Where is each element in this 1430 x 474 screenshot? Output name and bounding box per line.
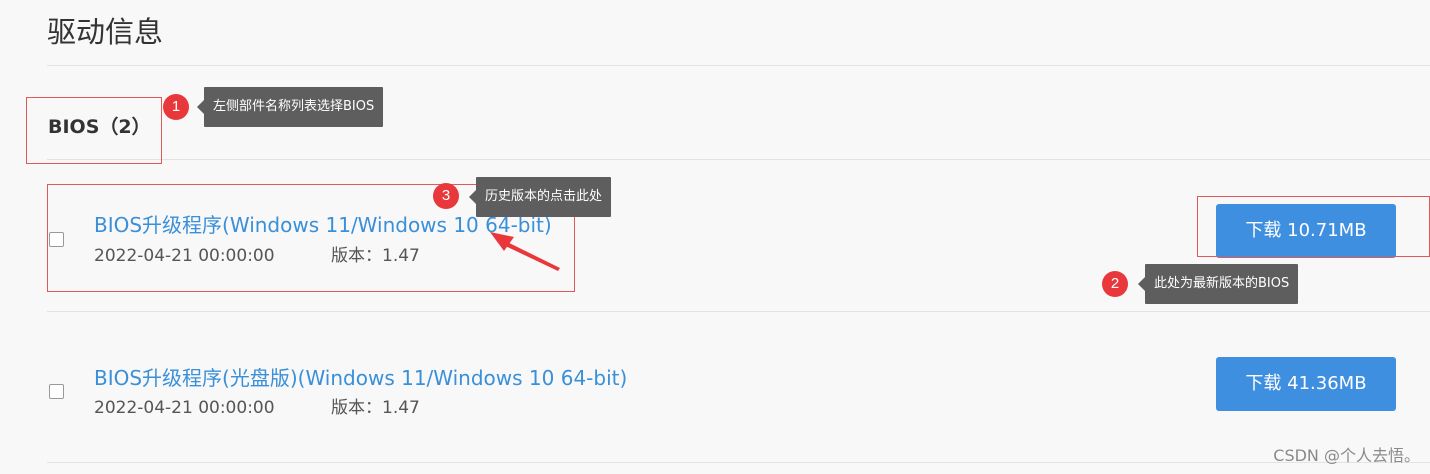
divider [47, 65, 1430, 66]
annotation-badge-2: 2 [1102, 271, 1128, 297]
watermark: CSDN @个人去悟。 [1273, 446, 1420, 465]
annotation-tooltip-3: 历史版本的点击此处 [468, 177, 612, 217]
item-date-2: 2022-04-21 00:00:00 [94, 398, 275, 418]
arrow-icon [490, 232, 560, 271]
item-title-link-2[interactable]: BIOS升级程序(光盘版)(Windows 11/Windows 10 64-b… [94, 364, 627, 392]
divider [47, 462, 1430, 463]
annotation-badge-3: 3 [433, 183, 459, 209]
highlight-box-download [1197, 196, 1430, 257]
annotation-tooltip-1: 左侧部件名称列表选择BIOS [196, 87, 384, 127]
item-checkbox-2[interactable] [49, 384, 64, 399]
download-button-2[interactable]: 下载 41.36MB [1216, 357, 1396, 411]
divider [47, 159, 1430, 160]
divider [47, 311, 1430, 312]
highlight-box-section [26, 97, 162, 164]
item-version-2: 版本：1.47 [331, 398, 420, 418]
page-title: 驱动信息 [47, 15, 164, 49]
annotation-tooltip-2: 此处为最新版本的BIOS [1137, 264, 1299, 304]
annotation-badge-1: 1 [163, 94, 189, 120]
